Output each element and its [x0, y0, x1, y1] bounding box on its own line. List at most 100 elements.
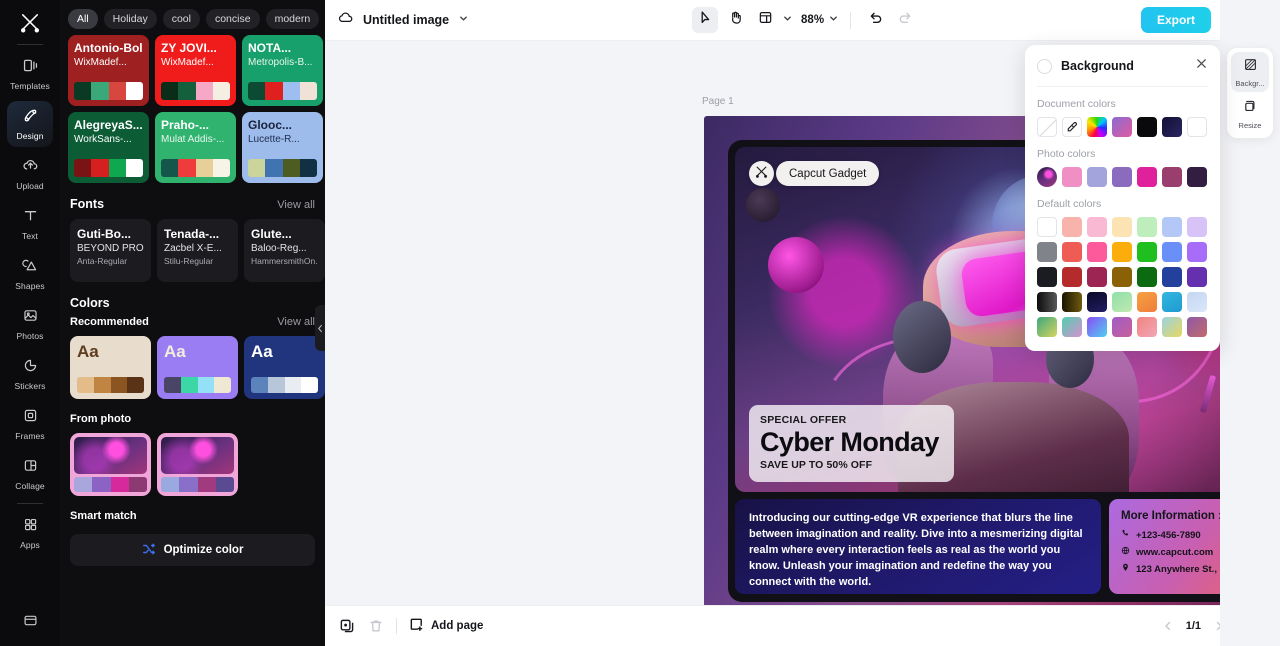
swatch-default[interactable] — [1062, 217, 1082, 237]
swatch-default[interactable] — [1187, 242, 1207, 262]
notes-icon[interactable] — [7, 600, 53, 640]
hand-tool-button[interactable] — [722, 7, 748, 33]
filter-chip-all[interactable]: All — [68, 8, 98, 29]
swatch-default[interactable] — [1062, 292, 1082, 312]
swatch-default[interactable] — [1062, 242, 1082, 262]
swatch-default[interactable] — [1137, 317, 1157, 337]
prev-page-button[interactable] — [1162, 620, 1174, 632]
swatch-default[interactable] — [1187, 317, 1207, 337]
swatch-navy-gradient[interactable] — [1162, 117, 1182, 137]
swatch-default[interactable] — [1162, 242, 1182, 262]
sidebar-item-text[interactable]: Text — [7, 201, 53, 247]
swatch-default[interactable] — [1162, 317, 1182, 337]
swatch-default[interactable] — [1087, 217, 1107, 237]
background-tool-button[interactable]: Backgr... — [1231, 52, 1269, 92]
swatch-default[interactable] — [1087, 292, 1107, 312]
swatch-default[interactable] — [1037, 317, 1057, 337]
template-card[interactable]: NOTA... Metropolis-B... — [242, 35, 323, 106]
template-card[interactable]: AlegreyaS... WorkSans-... — [68, 112, 149, 183]
swatch-default[interactable] — [1137, 217, 1157, 237]
photo-palette-card[interactable] — [70, 433, 151, 496]
swatch-white[interactable] — [1187, 117, 1207, 137]
swatch-default[interactable] — [1037, 267, 1057, 287]
optimize-color-button[interactable]: Optimize color — [70, 534, 315, 566]
template-card[interactable]: Antonio-Bold WixMadef... — [68, 35, 149, 106]
swatch-photo-6[interactable] — [1187, 167, 1207, 187]
swatch-default[interactable] — [1112, 217, 1132, 237]
swatch-default[interactable] — [1112, 242, 1132, 262]
swatch-black[interactable] — [1137, 117, 1157, 137]
swatch-photo-4[interactable] — [1137, 167, 1157, 187]
sidebar-item-templates[interactable]: Templates — [7, 51, 53, 97]
swatch-default[interactable] — [1112, 267, 1132, 287]
swatch-default[interactable] — [1162, 267, 1182, 287]
palette-card[interactable]: Aa — [244, 336, 325, 399]
swatch-default[interactable] — [1112, 317, 1132, 337]
swatch-rainbow[interactable] — [1087, 117, 1107, 137]
undo-button[interactable] — [862, 7, 888, 33]
template-card[interactable]: Glooc... Lucette-R... — [242, 112, 323, 183]
close-icon[interactable] — [1195, 57, 1208, 75]
filter-chip-cool[interactable]: cool — [162, 8, 200, 29]
swatch-default[interactable] — [1137, 292, 1157, 312]
panel-collapse-button[interactable] — [315, 305, 325, 351]
swatch-default[interactable] — [1112, 292, 1132, 312]
filter-chip-concise[interactable]: concise — [205, 8, 260, 29]
filter-chip-holiday[interactable]: Holiday — [103, 8, 157, 29]
swatch-default[interactable] — [1062, 267, 1082, 287]
add-page-button[interactable]: Add page — [409, 617, 483, 635]
swatch-photo-5[interactable] — [1162, 167, 1182, 187]
swatch-default[interactable] — [1137, 242, 1157, 262]
swatch-gradient-purple-pink[interactable] — [1112, 117, 1132, 137]
palette-card[interactable]: Aa — [157, 336, 238, 399]
swatch-default[interactable] — [1162, 292, 1182, 312]
swatch-default[interactable] — [1187, 217, 1207, 237]
sidebar-item-collage[interactable]: Collage — [7, 451, 53, 497]
chevron-down-icon[interactable] — [782, 11, 793, 29]
filter-chip-modern[interactable]: modern — [265, 8, 320, 29]
select-tool-button[interactable] — [692, 7, 719, 33]
swatch-default[interactable] — [1087, 242, 1107, 262]
swatch-photo-1[interactable] — [1062, 167, 1082, 187]
swatch-default[interactable] — [1162, 217, 1182, 237]
photo-palette-card[interactable] — [157, 433, 238, 496]
color-preview-circle[interactable] — [1037, 58, 1052, 74]
swatch-default[interactable] — [1062, 317, 1082, 337]
sidebar-item-design[interactable]: Design — [7, 101, 53, 147]
palette-card[interactable]: Aa — [70, 336, 151, 399]
swatch-default[interactable] — [1137, 267, 1157, 287]
sidebar-item-shapes[interactable]: Shapes — [7, 251, 53, 297]
swatch-eyedropper[interactable] — [1062, 117, 1082, 137]
sidebar-item-frames[interactable]: Frames — [7, 401, 53, 447]
sidebar-item-photos[interactable]: Photos — [7, 301, 53, 347]
chevron-down-icon[interactable] — [458, 11, 469, 29]
export-button[interactable]: Export — [1140, 7, 1211, 33]
swatch-default[interactable] — [1037, 242, 1057, 262]
chevron-down-icon[interactable] — [828, 11, 839, 29]
resize-tool-button[interactable]: Resize — [1231, 94, 1269, 134]
font-card[interactable]: Guti-Bo... BEYOND PRO... Anta-Regular — [70, 219, 151, 282]
trash-icon[interactable] — [368, 618, 384, 634]
sidebar-item-upload[interactable]: Upload — [7, 151, 53, 197]
swatch-default[interactable] — [1037, 292, 1057, 312]
capcut-logo-icon[interactable] — [13, 8, 47, 38]
font-card[interactable]: Glute... Baloo-Reg... HammersmithOn... — [244, 219, 325, 282]
brand-logo-pill[interactable] — [749, 161, 774, 186]
sidebar-item-apps[interactable]: Apps — [7, 510, 53, 556]
swatch-default[interactable] — [1087, 317, 1107, 337]
swatch-default[interactable] — [1187, 292, 1207, 312]
colors-view-all[interactable]: View all — [277, 316, 315, 328]
swatch-photo-2[interactable] — [1087, 167, 1107, 187]
template-card[interactable]: Praho-... Mulat Addis-... — [155, 112, 236, 183]
swatch-photo-thumbnail[interactable] — [1037, 167, 1057, 187]
swatch-none[interactable] — [1037, 117, 1057, 137]
document-title-group[interactable]: Untitled image — [337, 10, 469, 30]
sidebar-item-stickers[interactable]: Stickers — [7, 351, 53, 397]
redo-button[interactable] — [892, 7, 918, 33]
swatch-photo-3[interactable] — [1112, 167, 1132, 187]
duplicate-icon[interactable] — [339, 618, 356, 635]
template-card[interactable]: ZY JOVI... WixMadef... — [155, 35, 236, 106]
swatch-default[interactable] — [1037, 217, 1057, 237]
swatch-default[interactable] — [1087, 267, 1107, 287]
fonts-view-all[interactable]: View all — [277, 199, 315, 211]
